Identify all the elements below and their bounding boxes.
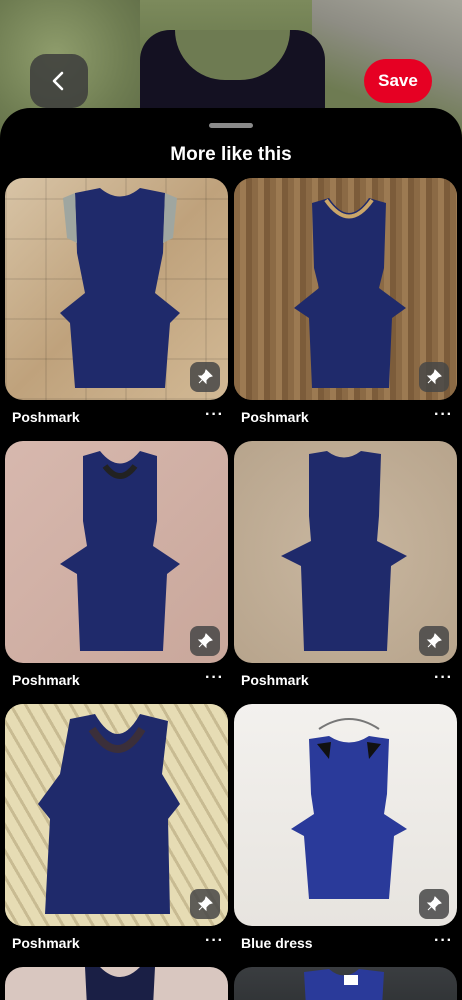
pin-card[interactable] [5, 704, 228, 926]
dress-image [294, 198, 406, 388]
quick-save-button[interactable] [190, 362, 220, 392]
more-options-button[interactable]: ··· [205, 932, 224, 950]
more-options-button[interactable]: ··· [205, 669, 224, 687]
pin-card[interactable] [234, 704, 457, 926]
pin-card[interactable] [234, 441, 457, 663]
pin-source-label[interactable]: Poshmark [12, 409, 80, 425]
quick-save-button[interactable] [419, 626, 449, 656]
pin-card[interactable] [234, 178, 457, 400]
pin-card[interactable] [5, 441, 228, 663]
pin-source-label[interactable]: Blue dress [241, 935, 313, 951]
pin-source-label[interactable]: Poshmark [12, 672, 80, 688]
pin-icon [426, 369, 442, 385]
dress-image [291, 718, 407, 899]
quick-save-button[interactable] [190, 889, 220, 919]
more-options-button[interactable]: ··· [434, 669, 453, 687]
quick-save-button[interactable] [419, 889, 449, 919]
more-like-this-sheet: More like this Poshmark ··· Poshmark ··· [0, 108, 462, 1000]
pin-icon [426, 633, 442, 649]
dress-image [60, 451, 180, 651]
pin-icon [197, 896, 213, 912]
dress-image [60, 188, 180, 388]
pin-icon [426, 896, 442, 912]
drag-handle[interactable] [209, 123, 253, 128]
more-options-button[interactable]: ··· [434, 406, 453, 424]
pin-icon [197, 369, 213, 385]
pin-card[interactable] [5, 967, 228, 1000]
sheet-title: More like this [170, 144, 292, 165]
dress-image [38, 714, 180, 914]
pin-icon [197, 633, 213, 649]
quick-save-button[interactable] [190, 626, 220, 656]
more-options-button[interactable]: ··· [205, 406, 224, 424]
more-options-button[interactable]: ··· [434, 932, 453, 950]
dress-image [304, 969, 384, 1000]
pin-card[interactable] [234, 967, 457, 1000]
dress-image [281, 451, 407, 651]
quick-save-button[interactable] [419, 362, 449, 392]
chevron-left-icon [52, 71, 64, 91]
save-button[interactable]: Save [364, 59, 432, 103]
pin-source-label[interactable]: Poshmark [12, 935, 80, 951]
back-button[interactable] [30, 54, 88, 108]
pin-source-label[interactable]: Poshmark [241, 672, 309, 688]
dress-image [85, 967, 155, 1000]
pin-card[interactable] [5, 178, 228, 400]
pin-source-label[interactable]: Poshmark [241, 409, 309, 425]
